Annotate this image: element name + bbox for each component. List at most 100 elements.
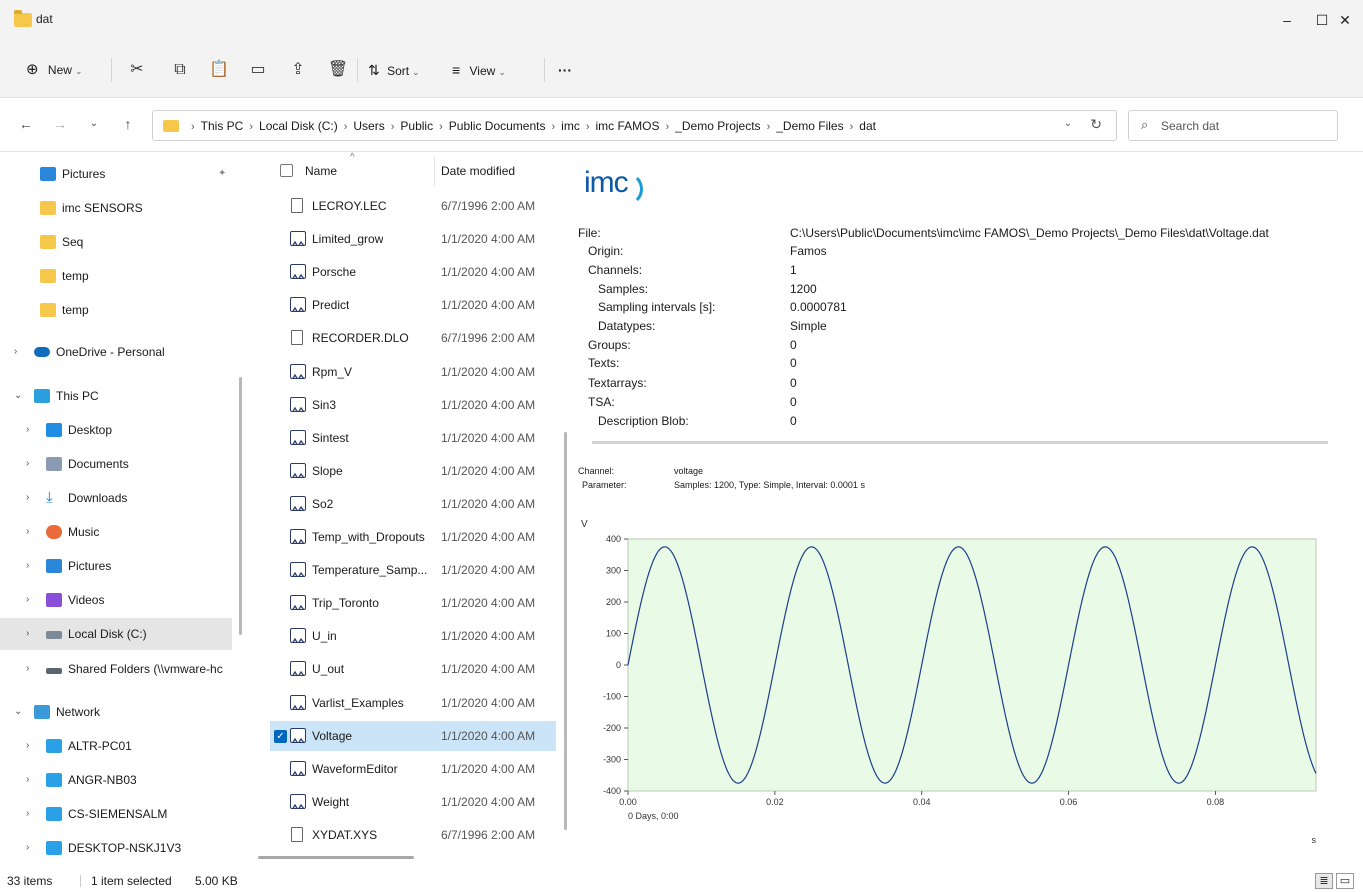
- sort-button[interactable]: ⇅ Sort ⌄: [368, 56, 420, 84]
- file-list-horizontal-scrollbar[interactable]: [258, 856, 414, 859]
- file-row[interactable]: Sintest 1/1/2020 4:00 AM: [270, 423, 556, 453]
- chevron-right-icon[interactable]: ›: [249, 121, 253, 133]
- checkmark-icon[interactable]: ✓: [274, 729, 287, 743]
- file-row[interactable]: U_out 1/1/2020 4:00 AM: [270, 654, 556, 684]
- select-all-checkbox[interactable]: [280, 164, 293, 177]
- chevron-right-icon[interactable]: ›: [767, 121, 771, 133]
- sidebar-item-music[interactable]: › Music: [0, 516, 232, 548]
- breadcrumb-item[interactable]: Local Disk (C:): [259, 119, 338, 133]
- chevron-right-icon[interactable]: ›: [26, 448, 29, 480]
- sidebar-item-documents[interactable]: › Documents: [0, 448, 232, 480]
- breadcrumb-item[interactable]: Public: [400, 119, 433, 133]
- chevron-right-icon[interactable]: ›: [344, 121, 348, 133]
- sidebar-item-cs-siemensalm[interactable]: › CS-SIEMENSALM: [0, 798, 232, 830]
- cut-icon[interactable]: ✂: [125, 56, 149, 84]
- chevron-down-icon[interactable]: ⌄: [14, 696, 22, 728]
- chevron-right-icon[interactable]: ›: [26, 618, 29, 650]
- sidebar-item-desktop-nskj1v3[interactable]: › DESKTOP-NSKJ1V3: [0, 832, 232, 864]
- chevron-right-icon[interactable]: ›: [14, 336, 17, 368]
- file-row[interactable]: ✓ Voltage 1/1/2020 4:00 AM: [270, 720, 556, 751]
- chevron-right-icon[interactable]: ›: [26, 414, 29, 446]
- details-view-icon[interactable]: ≣: [1315, 873, 1333, 889]
- sidebar-item-angr-nb03[interactable]: › ANGR-NB03: [0, 764, 232, 796]
- file-row[interactable]: Temperature_Samp... 1/1/2020 4:00 AM: [270, 555, 556, 585]
- chevron-right-icon[interactable]: ›: [26, 653, 29, 685]
- chevron-right-icon[interactable]: ›: [850, 121, 854, 133]
- sidebar-item-temp[interactable]: temp: [0, 294, 232, 326]
- file-row[interactable]: WaveformEditor 1/1/2020 4:00 AM: [270, 754, 556, 784]
- file-row[interactable]: Trip_Toronto 1/1/2020 4:00 AM: [270, 588, 556, 618]
- chevron-right-icon[interactable]: ›: [666, 121, 670, 133]
- address-dropdown-icon[interactable]: ⌄: [1064, 118, 1072, 129]
- breadcrumb-item[interactable]: _Demo Projects: [675, 119, 760, 133]
- rename-icon[interactable]: ▭: [246, 56, 270, 84]
- file-list-vertical-scrollbar[interactable]: [564, 432, 567, 830]
- chevron-down-icon[interactable]: ⌄: [14, 380, 22, 412]
- sidebar-item-videos[interactable]: › Videos: [0, 584, 232, 616]
- file-row[interactable]: Sin3 1/1/2020 4:00 AM: [270, 390, 556, 420]
- sidebar-item-network[interactable]: ⌄ Network: [0, 696, 232, 728]
- up-arrow-icon[interactable]: ↑: [116, 112, 140, 136]
- file-row[interactable]: So2 1/1/2020 4:00 AM: [270, 489, 556, 519]
- close-button[interactable]: ✕: [1330, 6, 1360, 34]
- file-row[interactable]: Predict 1/1/2020 4:00 AM: [270, 290, 556, 320]
- breadcrumb-item[interactable]: Users: [353, 119, 384, 133]
- copy-icon[interactable]: ⧉: [168, 56, 192, 84]
- refresh-icon[interactable]: ↻: [1090, 116, 1102, 133]
- file-row[interactable]: XYDAT.XYS 6/7/1996 2:00 AM: [270, 820, 556, 850]
- breadcrumb-item[interactable]: _Demo Files: [776, 119, 843, 133]
- file-row[interactable]: RECORDER.DLO 6/7/1996 2:00 AM: [270, 323, 556, 353]
- sidebar-item-desktop[interactable]: › Desktop: [0, 414, 232, 446]
- breadcrumb-item[interactable]: imc FAMOS: [596, 119, 660, 133]
- chevron-right-icon[interactable]: ›: [26, 832, 29, 864]
- chevron-right-icon[interactable]: ›: [26, 550, 29, 582]
- chevron-right-icon[interactable]: ›: [26, 584, 29, 616]
- recent-locations-chevron-icon[interactable]: ⌄: [82, 112, 106, 136]
- column-divider[interactable]: [434, 156, 435, 186]
- new-button[interactable]: ⊕ New ⌄: [26, 56, 82, 84]
- file-row[interactable]: U_in 1/1/2020 4:00 AM: [270, 621, 556, 651]
- chevron-right-icon[interactable]: ›: [26, 516, 29, 548]
- delete-icon[interactable]: 🗑: [326, 56, 350, 84]
- chevron-right-icon[interactable]: ›: [439, 121, 443, 133]
- sidebar-item-shared-folders-vmware-hc[interactable]: › Shared Folders (\\vmware-hc: [0, 653, 232, 685]
- file-row[interactable]: Rpm_V 1/1/2020 4:00 AM: [270, 357, 556, 387]
- chevron-right-icon[interactable]: ›: [391, 121, 395, 133]
- sidebar-item-imc-sensors[interactable]: imc SENSORS: [0, 192, 232, 224]
- file-row[interactable]: Slope 1/1/2020 4:00 AM: [270, 456, 556, 486]
- sidebar-item-onedrive-personal[interactable]: › OneDrive - Personal: [0, 336, 232, 368]
- breadcrumb-item[interactable]: This PC: [201, 119, 244, 133]
- sidebar-item-altr-pc01[interactable]: › ALTR-PC01: [0, 730, 232, 762]
- sidebar-item-temp[interactable]: temp: [0, 260, 232, 292]
- file-row[interactable]: Weight 1/1/2020 4:00 AM: [270, 787, 556, 817]
- breadcrumb-item[interactable]: dat: [859, 119, 876, 133]
- chevron-right-icon[interactable]: ›: [26, 798, 29, 830]
- tiles-view-icon[interactable]: ▭: [1336, 873, 1354, 889]
- date-modified-column-header[interactable]: Date modified: [441, 164, 515, 178]
- sidebar-item-pictures[interactable]: Pictures ✦: [0, 158, 232, 190]
- sidebar-item-local-disk-c[interactable]: › Local Disk (C:): [0, 618, 232, 650]
- chevron-right-icon[interactable]: ›: [26, 764, 29, 796]
- file-row[interactable]: Limited_grow 1/1/2020 4:00 AM: [270, 224, 556, 254]
- file-row[interactable]: LECROY.LEC 6/7/1996 2:00 AM: [270, 191, 556, 221]
- back-arrow-icon[interactable]: ←: [14, 112, 38, 136]
- preview-divider[interactable]: [592, 441, 1328, 444]
- nav-scrollbar[interactable]: [239, 377, 242, 635]
- chevron-right-icon[interactable]: ›: [191, 121, 195, 133]
- breadcrumb-item[interactable]: imc: [561, 119, 580, 133]
- file-row[interactable]: Varlist_Examples 1/1/2020 4:00 AM: [270, 688, 556, 718]
- sidebar-item-downloads[interactable]: › ⤓ Downloads: [0, 482, 232, 514]
- share-icon[interactable]: ⇪: [286, 56, 310, 84]
- sidebar-item-this-pc[interactable]: ⌄ This PC: [0, 380, 232, 412]
- sidebar-item-seq[interactable]: Seq: [0, 226, 232, 258]
- chevron-right-icon[interactable]: ›: [26, 730, 29, 762]
- forward-arrow-icon[interactable]: →: [48, 112, 72, 136]
- view-button[interactable]: ≡ View ⌄: [452, 56, 506, 84]
- chevron-right-icon[interactable]: ›: [551, 121, 555, 133]
- search-box[interactable]: ⌕ Search dat: [1128, 110, 1338, 141]
- file-row[interactable]: Porsche 1/1/2020 4:00 AM: [270, 257, 556, 287]
- name-column-header[interactable]: Name: [305, 164, 337, 178]
- chevron-right-icon[interactable]: ›: [586, 121, 590, 133]
- address-bar[interactable]: › This PC › Local Disk (C:) › Users › Public › Pu…: [152, 110, 1117, 141]
- sidebar-item-pictures[interactable]: › Pictures: [0, 550, 232, 582]
